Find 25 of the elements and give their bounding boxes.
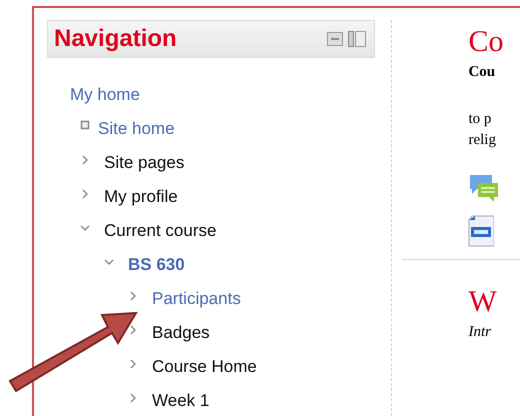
- nav-link[interactable]: Participants: [152, 286, 241, 312]
- description-text: to p: [468, 110, 492, 129]
- nav-item[interactable]: Week 1: [152, 388, 210, 414]
- section-heading: Co: [468, 24, 504, 60]
- dock-icon[interactable]: [348, 31, 366, 47]
- description-text: relig: [468, 131, 497, 150]
- nav-item[interactable]: Current course: [104, 218, 216, 244]
- section-heading: W: [468, 284, 498, 320]
- expanded-chevron-icon[interactable]: [80, 223, 90, 233]
- nav-item[interactable]: My profile: [104, 184, 178, 210]
- intro-text: Intr: [468, 323, 492, 342]
- collapsed-chevron-icon[interactable]: [128, 325, 138, 335]
- block-title: Navigation: [54, 24, 178, 54]
- course-link[interactable]: BS 630: [128, 252, 185, 278]
- nav-link[interactable]: My home: [70, 82, 140, 108]
- square-bullet-icon[interactable]: [80, 120, 90, 130]
- nav-item[interactable]: Site pages: [104, 150, 184, 176]
- collapse-icon[interactable]: [327, 32, 344, 46]
- expanded-chevron-icon[interactable]: [104, 257, 114, 267]
- course-subtitle: Cou: [468, 63, 496, 82]
- nav-item[interactable]: Course Home: [152, 354, 257, 380]
- forum-icon[interactable]: [468, 173, 498, 203]
- document-icon[interactable]: [468, 215, 494, 247]
- nav-item[interactable]: Badges: [152, 320, 210, 346]
- nav-link[interactable]: Site home: [98, 116, 175, 142]
